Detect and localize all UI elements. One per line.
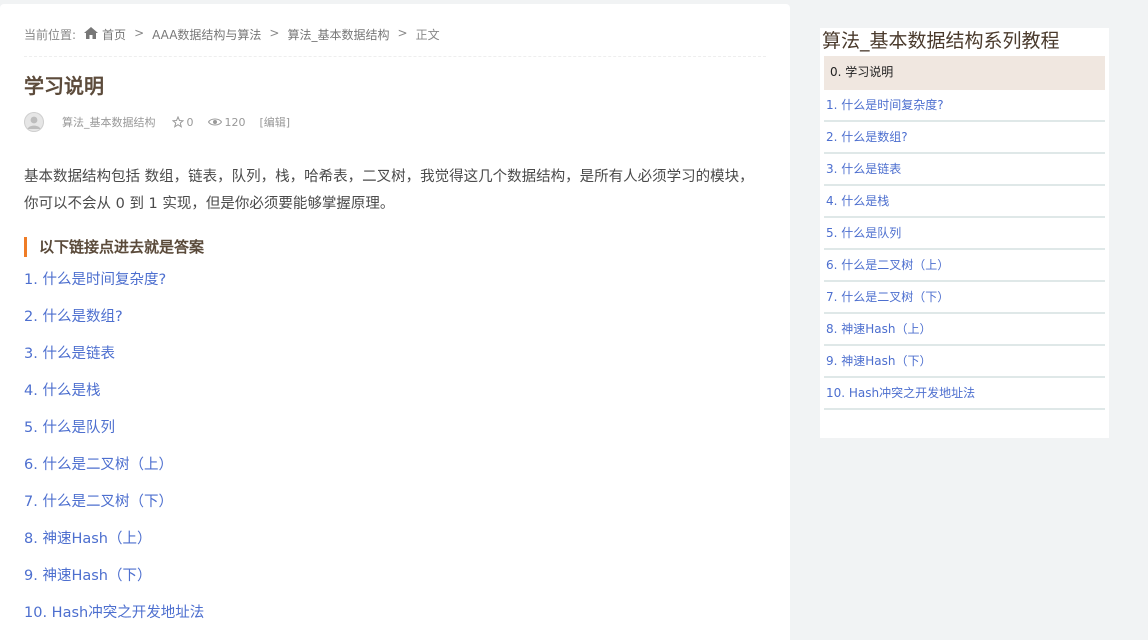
sidebar-link[interactable]: 9. 神速Hash（下） (826, 354, 932, 368)
sidebar-link[interactable]: 8. 神速Hash（上） (826, 322, 932, 336)
star-icon[interactable] (171, 116, 184, 128)
sidebar-item: 8. 神速Hash（上） (824, 314, 1105, 346)
answer-link[interactable]: 1. 什么是时间复杂度? (24, 272, 166, 288)
sidebar-link[interactable]: 10. Hash冲突之开发地址法 (826, 386, 975, 400)
sidebar-link[interactable]: 3. 什么是链表 (826, 162, 901, 176)
list-item: 9. 神速Hash（下） (24, 564, 204, 601)
answer-link[interactable]: 7. 什么是二叉树（下） (24, 494, 173, 510)
answer-link[interactable]: 5. 什么是队列 (24, 420, 115, 436)
sidebar-link[interactable]: 6. 什么是二叉树（上） (826, 258, 949, 272)
breadcrumb-separator: > (134, 26, 145, 40)
answer-link[interactable]: 9. 神速Hash（下） (24, 568, 151, 584)
list-item: 8. 神速Hash（上） (24, 527, 204, 564)
home-icon (84, 27, 99, 39)
sidebar-list: 0. 学习说明 1. 什么是时间复杂度? 2. 什么是数组? 3. 什么是链表 … (824, 56, 1105, 410)
page: 当前位置: 首页 > AAA数据结构与算法 > 算法_基本数据结构 > 正文 学… (0, 0, 1148, 640)
sidebar-item: 9. 神速Hash（下） (824, 346, 1105, 378)
sidebar-item-active[interactable]: 0. 学习说明 (824, 56, 1105, 90)
answer-link[interactable]: 6. 什么是二叉树（上） (24, 457, 173, 473)
like-count: 0 (186, 115, 194, 129)
meta-category-link[interactable]: 算法_基本数据结构 (62, 114, 156, 130)
sidebar-item: 5. 什么是队列 (824, 218, 1105, 250)
eye-icon (207, 118, 222, 126)
list-item: 7. 什么是二叉树（下） (24, 490, 204, 527)
sidebar-item-label: 0. 学习说明 (830, 65, 894, 79)
list-item: 6. 什么是二叉树（上） (24, 453, 204, 490)
sidebar-link[interactable]: 2. 什么是数组? (826, 130, 908, 144)
avatar-icon[interactable] (24, 112, 44, 132)
breadcrumb: 当前位置: 首页 > AAA数据结构与算法 > 算法_基本数据结构 > 正文 (24, 26, 766, 57)
sidebar-item: 4. 什么是栈 (824, 186, 1105, 218)
breadcrumb-link-aaa[interactable]: AAA数据结构与算法 (152, 26, 261, 43)
list-item: 3. 什么是链表 (24, 342, 204, 379)
list-item: 5. 什么是队列 (24, 416, 204, 453)
section-heading: 以下链接点进去就是答案 (24, 237, 204, 257)
sidebar-item: 10. Hash冲突之开发地址法 (824, 378, 1105, 410)
answer-link[interactable]: 8. 神速Hash（上） (24, 531, 151, 547)
answer-link[interactable]: 2. 什么是数组? (24, 309, 123, 325)
article-meta: 算法_基本数据结构 0 120 [编辑] (24, 111, 290, 133)
answer-link[interactable]: 4. 什么是栈 (24, 383, 100, 399)
breadcrumb-link-category[interactable]: 算法_基本数据结构 (287, 26, 389, 43)
series-sidebar: 算法_基本数据结构系列教程 0. 学习说明 1. 什么是时间复杂度? 2. 什么… (820, 28, 1109, 438)
sidebar-item: 7. 什么是二叉树（下） (824, 282, 1105, 314)
sidebar-link[interactable]: 5. 什么是队列 (826, 226, 901, 240)
view-count: 120 (224, 115, 246, 129)
list-item: 2. 什么是数组? (24, 305, 204, 342)
sidebar-item: 3. 什么是链表 (824, 154, 1105, 186)
breadcrumb-separator: > (397, 26, 408, 40)
edit-link[interactable]: [编辑] (260, 114, 291, 130)
breadcrumb-separator: > (269, 26, 280, 40)
sidebar-title: 算法_基本数据结构系列教程 (822, 30, 1060, 52)
answer-link[interactable]: 3. 什么是链表 (24, 346, 115, 362)
breadcrumb-current: 正文 (415, 28, 440, 42)
sidebar-item: 6. 什么是二叉树（上） (824, 250, 1105, 282)
page-title: 学习说明 (24, 74, 104, 98)
answer-link[interactable]: 10. Hash冲突之开发地址法 (24, 605, 204, 621)
breadcrumb-label: 当前位置: (24, 28, 77, 42)
sidebar-link[interactable]: 7. 什么是二叉树（下） (826, 290, 949, 304)
sidebar-link[interactable]: 4. 什么是栈 (826, 194, 889, 208)
list-item: 4. 什么是栈 (24, 379, 204, 416)
answer-link-list: 1. 什么是时间复杂度? 2. 什么是数组? 3. 什么是链表 4. 什么是栈 … (24, 268, 204, 638)
article-intro: 基本数据结构包括 数组，链表，队列，栈，哈希表，二叉树，我觉得这几个数据结构，是… (24, 169, 754, 212)
article-panel: 当前位置: 首页 > AAA数据结构与算法 > 算法_基本数据结构 > 正文 学… (0, 4, 790, 640)
sidebar-link[interactable]: 1. 什么是时间复杂度? (826, 98, 944, 112)
sidebar-item: 1. 什么是时间复杂度? (824, 90, 1105, 122)
sidebar-item: 2. 什么是数组? (824, 122, 1105, 154)
breadcrumb-home-link[interactable]: 首页 (102, 26, 126, 43)
list-item: 1. 什么是时间复杂度? (24, 268, 204, 305)
list-item: 10. Hash冲突之开发地址法 (24, 601, 204, 638)
